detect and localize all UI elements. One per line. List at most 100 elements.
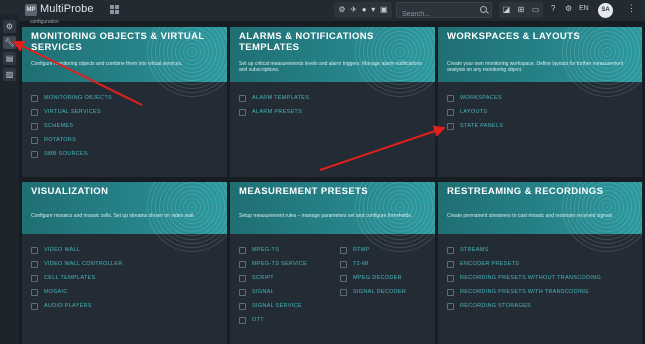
signal-icon (239, 288, 246, 296)
card-item-list-secondary: RTMP T2-MI MPEG DECODER SIGNAL DECODER (340, 243, 406, 299)
left-rail: ⚙ 🔧︎ ▤ ▨ (0, 14, 19, 344)
list-item[interactable]: VIRTUAL SERVICES (31, 105, 112, 119)
list-item[interactable]: MPEG-TS SERVICE (239, 257, 307, 271)
dashboard-icon[interactable]: ⚙ (338, 2, 345, 18)
more-options-icon[interactable]: ⋮ (627, 3, 636, 14)
card-title: ALARMS & NOTIFICATIONS TEMPLATES (239, 31, 374, 53)
chat-icon[interactable]: ▤ (3, 52, 16, 65)
list-item[interactable]: AUDIO PLAYERS (31, 299, 123, 313)
card-title: MEASUREMENT PRESETS (239, 186, 369, 197)
status-toolbar: ⚙ ✈ ● ▾ ▣ (334, 2, 392, 18)
search-input[interactable] (397, 7, 475, 22)
service-icon (31, 108, 38, 116)
recording-transcode-icon (447, 288, 454, 296)
list-item[interactable]: RECORDING PRESETS WITH TRANSCODING (447, 285, 601, 299)
decoder-icon (340, 274, 347, 282)
card-item-list: MONITORING OBJECTS VIRTUAL SERVICES SCHE… (31, 91, 112, 161)
list-item[interactable]: RECORDING PRESETS WITHOUT TRANSCODING (447, 271, 601, 285)
object-icon (31, 94, 38, 102)
search-box (396, 2, 492, 22)
settings-icon[interactable]: ⚙ (565, 4, 572, 13)
list-item[interactable]: SIGNAL DECODER (340, 285, 406, 299)
wrench-icon[interactable]: 🔧︎ (3, 36, 16, 49)
card-item-list: ALARM TEMPLATES ALARM PRESETS (239, 91, 309, 119)
breadcrumb: configuration (30, 19, 59, 25)
list-item[interactable]: ALARM TEMPLATES (239, 91, 309, 105)
list-item[interactable]: WORKSPACES (447, 91, 503, 105)
card-item-list: STREAMS ENCODER PRESETS RECORDING PRESET… (447, 243, 601, 313)
list-item[interactable]: VIDEO WALL CONTROLLER (31, 257, 123, 271)
list-item[interactable]: T2-MI (340, 257, 406, 271)
avatar[interactable]: SA (598, 3, 613, 18)
card-description: Create permanent streamers to cast mosai… (447, 213, 613, 219)
airplane-icon[interactable]: ✈ (350, 2, 357, 18)
card-title: VISUALIZATION (31, 186, 109, 197)
script-icon (239, 274, 246, 282)
list-item[interactable]: MOSAIC (31, 285, 123, 299)
search-icon[interactable] (480, 6, 487, 13)
app-logo[interactable]: MP (25, 4, 37, 16)
language-selector[interactable]: EN (579, 5, 589, 12)
list-item[interactable]: MPEG-TS (239, 243, 307, 257)
scheme-icon (31, 122, 38, 130)
card-workspaces: WORKSPACES & LAYOUTS Create your own mon… (438, 27, 642, 177)
list-item[interactable]: SCRIPT (239, 271, 307, 285)
card-item-list: MPEG-TS MPEG-TS SERVICE SCRIPT SIGNAL SI… (239, 243, 307, 327)
controller-icon (31, 260, 38, 268)
list-item[interactable]: MPEG DECODER (340, 271, 406, 285)
card-title: RESTREAMING & RECORDINGS (447, 186, 604, 197)
list-item[interactable]: LAYOUTS (447, 105, 503, 119)
list-item[interactable]: ROTATORS (31, 133, 112, 147)
rtmp-icon (340, 246, 347, 254)
list-item[interactable]: SMB SOURCES (31, 147, 112, 161)
card-description: Create your own monitoring workspace. De… (447, 61, 624, 73)
preset-icon (239, 108, 246, 116)
apps-grid-icon[interactable] (110, 5, 119, 14)
ott-icon (239, 316, 246, 324)
list-item[interactable]: STATE PANELS (447, 119, 503, 133)
rotator-icon (31, 136, 38, 144)
list-item[interactable]: ENCODER PRESETS (447, 257, 601, 271)
alert-icon[interactable]: ◪ (503, 2, 511, 18)
top-bar: MP MultiProbe ⚙ ✈ ● ▾ ▣ ◪ ⊞ ▭ ? ⚙ EN SA … (0, 0, 645, 22)
gear-icon[interactable]: ⚙ (3, 20, 16, 33)
signal-service-icon (239, 302, 246, 310)
app-name[interactable]: MultiProbe (40, 3, 94, 15)
card-description: Set up critical measurements levels and … (239, 61, 422, 73)
card-item-list: VIDEO WALL VIDEO WALL CONTROLLER CELL TE… (31, 243, 123, 313)
card-item-list: WORKSPACES LAYOUTS STATE PANELS (447, 91, 503, 133)
list-item[interactable]: CELL TEMPLATES (31, 271, 123, 285)
cell-template-icon (31, 274, 38, 282)
storage-icon (447, 302, 454, 310)
ticket-icon[interactable]: ▣ (380, 2, 388, 18)
card-measurement-presets: MEASUREMENT PRESETS Setup measurement ru… (230, 182, 435, 344)
list-item[interactable]: OTT (239, 313, 307, 327)
list-item[interactable]: ALARM PRESETS (239, 105, 309, 119)
status-icon[interactable]: ● (362, 2, 367, 18)
t2-mi-icon (340, 260, 347, 268)
list-item[interactable]: SCHEMES (31, 119, 112, 133)
mpeg-ts-service-icon (239, 260, 246, 268)
network-icon[interactable]: ⊞ (518, 2, 525, 18)
card-description: Setup measurement rules – manage paramet… (239, 213, 413, 219)
help-icon[interactable]: ? (551, 4, 555, 13)
monitor-icon[interactable]: ▭ (532, 2, 540, 18)
list-item[interactable]: RECORDING STORAGES (447, 299, 601, 313)
list-item[interactable]: RTMP (340, 243, 406, 257)
list-item[interactable]: SIGNAL SERVICE (239, 299, 307, 313)
layout-icon (447, 108, 454, 116)
card-title: WORKSPACES & LAYOUTS (447, 31, 581, 42)
signal-decoder-icon (340, 288, 347, 296)
card-restreaming: RESTREAMING & RECORDINGS Create permanen… (438, 182, 642, 344)
list-item[interactable]: VIDEO WALL (31, 243, 123, 257)
mosaic-icon (31, 288, 38, 296)
list-item[interactable]: MONITORING OBJECTS (31, 91, 112, 105)
template-icon (239, 94, 246, 102)
list-item[interactable]: STREAMS (447, 243, 601, 257)
video-wall-icon (31, 246, 38, 254)
chevron-down-icon[interactable]: ▾ (371, 2, 375, 18)
image-icon[interactable]: ▨ (3, 68, 16, 81)
list-item[interactable]: SIGNAL (239, 285, 307, 299)
stream-icon (447, 246, 454, 254)
state-panel-icon (447, 122, 454, 130)
